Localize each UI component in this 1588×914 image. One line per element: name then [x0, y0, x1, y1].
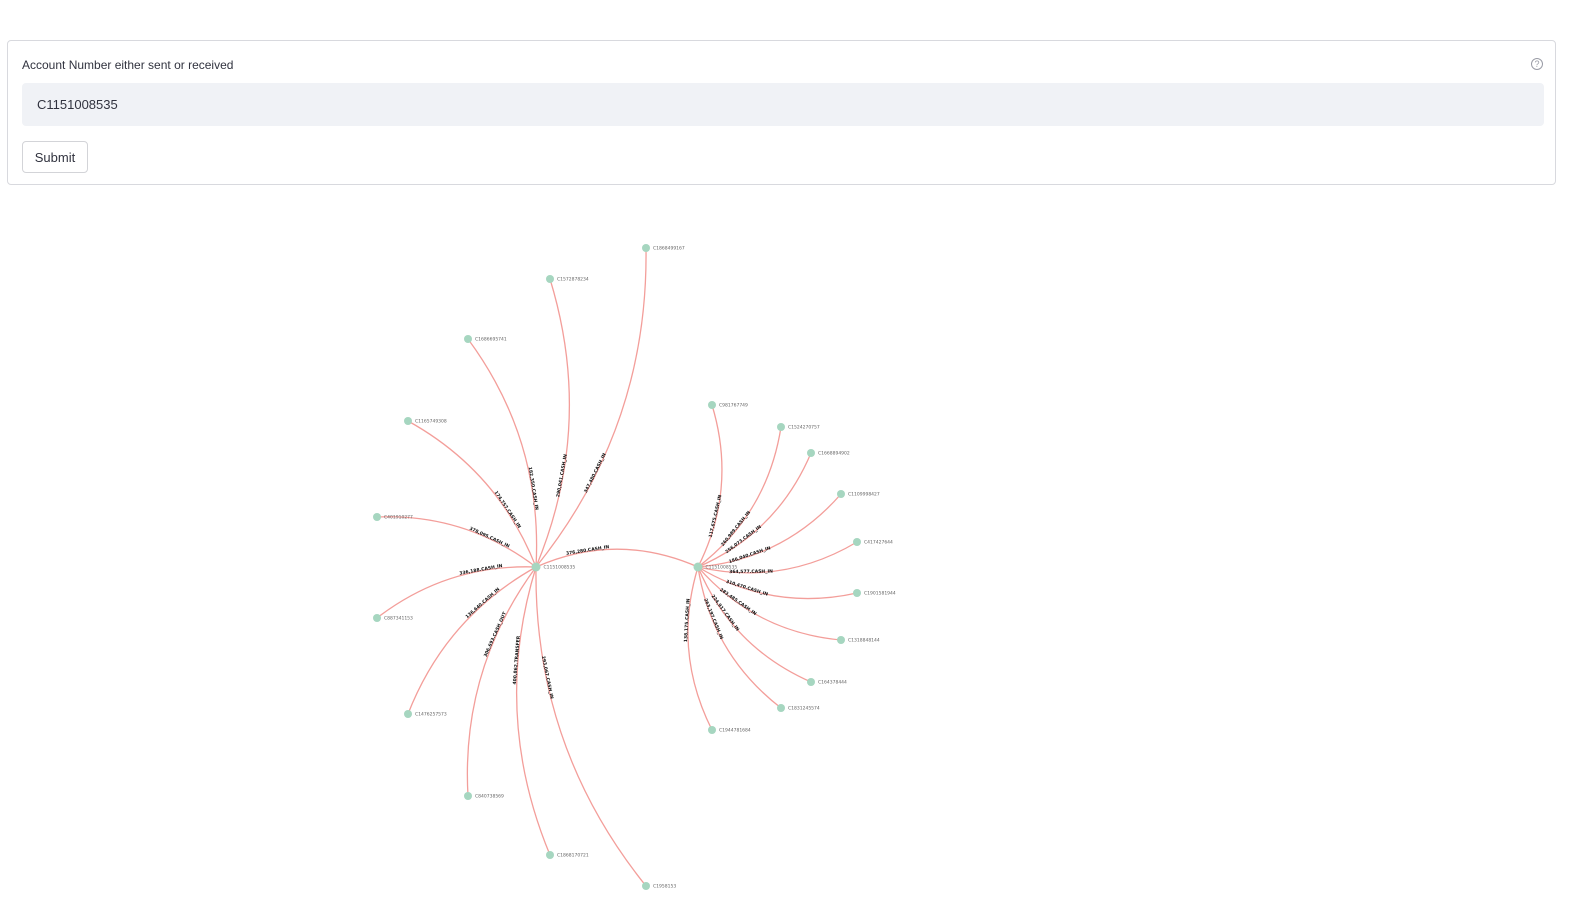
edge-label: 378,095.CASH_IN: [468, 526, 510, 550]
right-spoke-edge: [697, 404, 723, 568]
account-node[interactable]: [464, 792, 472, 800]
edge-label: 138,175.CASH_IN: [683, 598, 692, 642]
account-node[interactable]: [853, 538, 861, 546]
edge-label: 174,757.CASH_IN: [493, 490, 522, 530]
network-graph-canvas[interactable]: 376,280.CASH_IN 347,480.CASH_IN 290,041.CA…: [0, 0, 1588, 909]
left-spoke-edge: [515, 566, 551, 856]
hub-edge: [535, 548, 699, 568]
account-node[interactable]: [642, 882, 650, 890]
account-node[interactable]: [777, 704, 785, 712]
account-node-label: C887341153: [384, 616, 413, 622]
account-node[interactable]: [708, 401, 716, 409]
account-node-label: C1572878234: [557, 277, 589, 283]
left-spoke-edge: [376, 566, 537, 619]
account-node[interactable]: [853, 589, 861, 597]
account-node-label: C1668894902: [818, 451, 850, 457]
edge-label: 400,862.TRANSFER: [512, 635, 522, 685]
edge-label: 182,350.CASH_IN: [527, 466, 540, 510]
account-node[interactable]: [642, 244, 650, 252]
account-node[interactable]: [546, 851, 554, 859]
edge-label: 290,041.CASH_IN: [555, 453, 569, 497]
hub-account-node[interactable]: [693, 562, 703, 572]
account-node-label: C1831245574: [788, 706, 820, 712]
left-spoke-edge: [466, 566, 537, 797]
account-node-label: C840738569: [475, 794, 504, 800]
account-node-label: C417427644: [864, 540, 893, 546]
account-node-label: C1868499167: [653, 246, 685, 252]
left-spoke-edge: [407, 420, 537, 568]
account-node-label: C1109998427: [848, 492, 880, 498]
right-spoke-edge: [687, 566, 713, 731]
account-node-label: C1901581944: [864, 591, 896, 597]
left-spoke-edge: [535, 566, 647, 887]
edge-label: 117,675.CASH_IN: [708, 494, 724, 538]
edge-label: 347,480.CASH_IN: [583, 452, 608, 494]
left-spoke-edge: [535, 278, 571, 568]
account-node[interactable]: [837, 490, 845, 498]
account-node-label: C1958153: [653, 884, 676, 890]
left-spoke-edge: [376, 516, 537, 568]
edge-label: 376,280.CASH_IN: [566, 544, 610, 557]
hub-account-node-label: C1151008535: [544, 565, 576, 571]
account-node-label: C1318848144: [848, 638, 880, 644]
hub-account-node-label: C1151008535: [706, 565, 738, 571]
account-node-label: C1944781684: [719, 728, 751, 734]
account-node[interactable]: [404, 417, 412, 425]
account-node[interactable]: [807, 449, 815, 457]
account-node-label: C981767749: [719, 403, 748, 409]
account-node[interactable]: [464, 335, 472, 343]
transaction-network-graph: 376,280.CASH_IN 347,480.CASH_IN 290,041.CA…: [0, 0, 1588, 909]
account-node-label: C1476257573: [415, 712, 447, 718]
account-node[interactable]: [708, 726, 716, 734]
account-node[interactable]: [404, 710, 412, 718]
account-node[interactable]: [837, 636, 845, 644]
hub-account-node[interactable]: [531, 562, 541, 572]
account-node-label: C164378444: [818, 680, 847, 686]
account-node[interactable]: [777, 423, 785, 431]
edge-label: 136,640.CASH_IN: [465, 586, 502, 620]
nodes-layer: C1868499167 C1572878234 C1686695741 C116574…: [373, 244, 896, 890]
account-node-label: C1165749308: [415, 419, 447, 425]
edge-labels-layer: 376,280.CASH_IN 347,480.CASH_IN 290,041.CA…: [459, 452, 773, 700]
edge-label: 293,067.CASH_IN: [540, 656, 555, 700]
account-node[interactable]: [373, 513, 381, 521]
account-node-label: C1686695741: [475, 337, 507, 343]
account-node-label: C1524270757: [788, 425, 820, 431]
account-node[interactable]: [807, 678, 815, 686]
account-node-label: C401910277: [384, 515, 413, 521]
edges-layer: [376, 247, 858, 887]
account-node-label: C1868170721: [557, 853, 589, 859]
edge-label: 336,188.CASH_IN: [459, 563, 503, 577]
edge-label: 306,693.CASH_OUT: [483, 610, 509, 658]
account-node[interactable]: [373, 614, 381, 622]
account-node[interactable]: [546, 275, 554, 283]
